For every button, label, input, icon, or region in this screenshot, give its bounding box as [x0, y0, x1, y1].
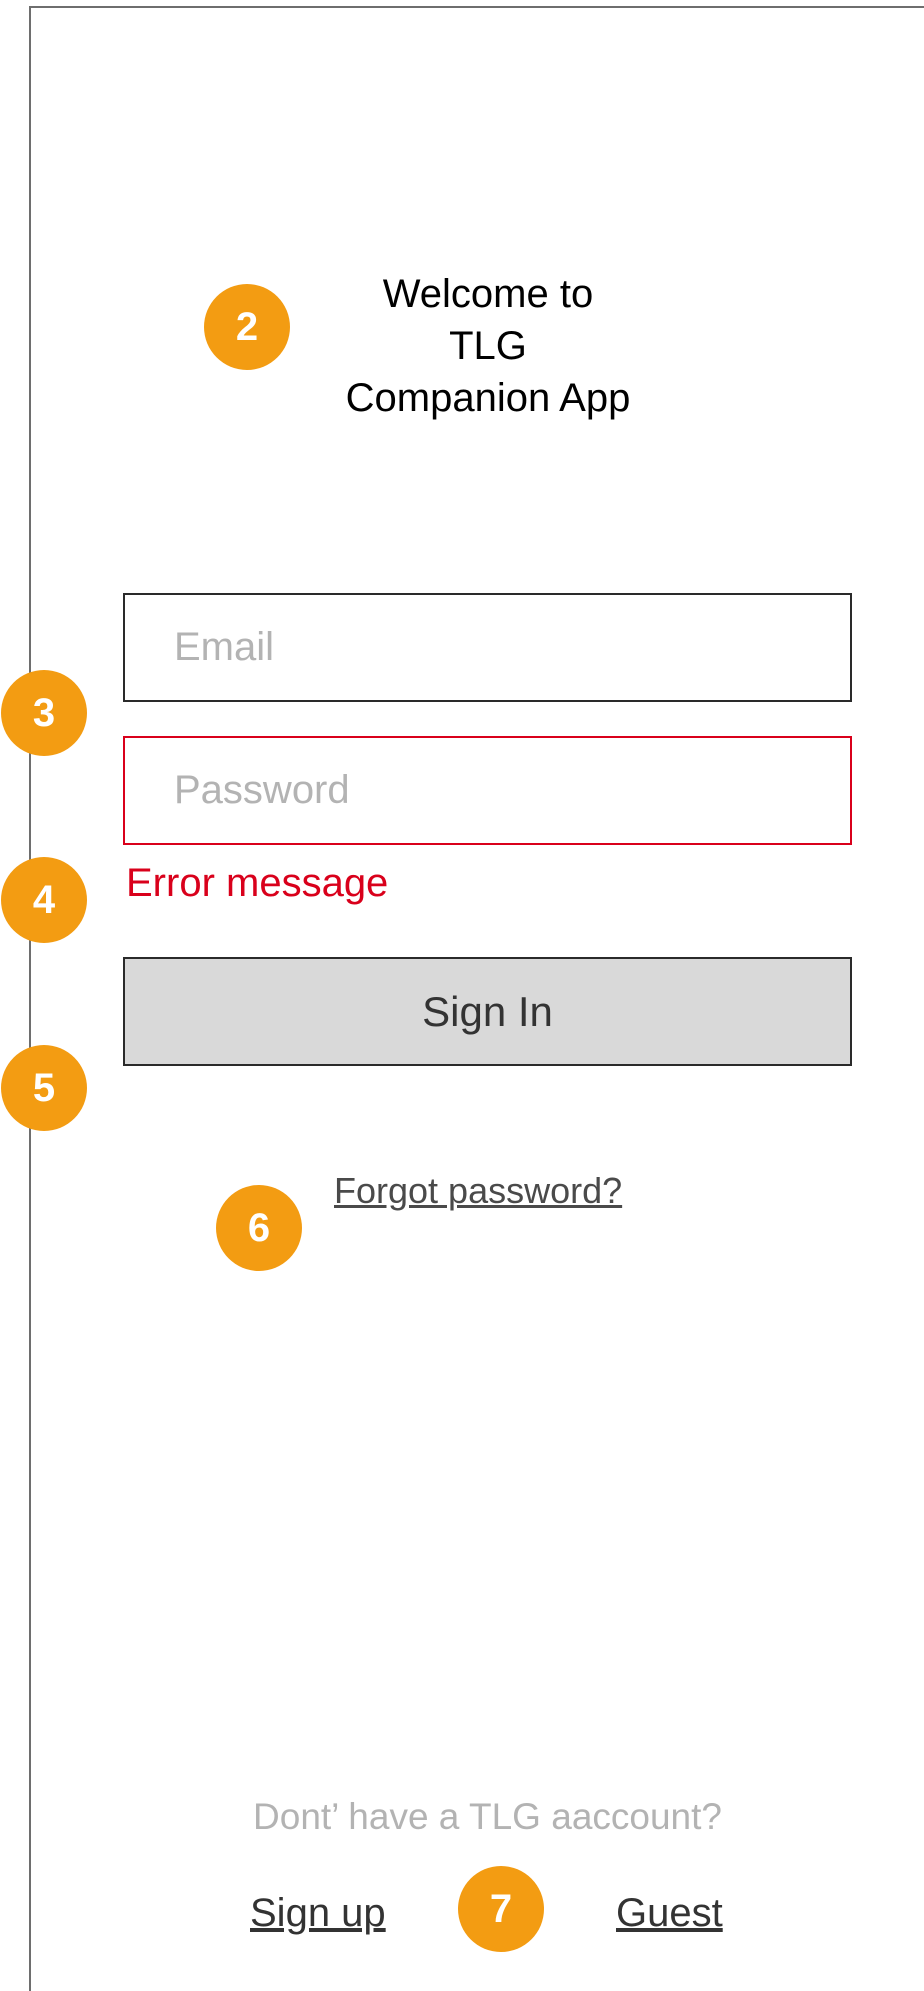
- guest-link[interactable]: Guest: [616, 1891, 723, 1936]
- welcome-line-2: TLG: [449, 324, 527, 368]
- forgot-password-link[interactable]: Forgot password?: [334, 1170, 622, 1212]
- annotation-marker-5: 5: [1, 1045, 87, 1131]
- welcome-line-3: Companion App: [345, 376, 631, 420]
- email-input[interactable]: [174, 625, 850, 670]
- sign-in-button[interactable]: Sign In: [123, 957, 852, 1066]
- password-input[interactable]: [174, 768, 850, 813]
- password-field[interactable]: [123, 736, 852, 845]
- annotation-marker-2: 2: [204, 284, 290, 370]
- annotation-marker-7: 7: [458, 1866, 544, 1952]
- welcome-heading: Welcome to TLG Companion App: [288, 268, 688, 424]
- no-account-text: Dont’ have a TLG aaccount?: [253, 1796, 722, 1837]
- error-message: Error message: [126, 861, 389, 905]
- welcome-line-1: Welcome to: [382, 272, 594, 316]
- annotation-marker-4: 4: [1, 857, 87, 943]
- email-field[interactable]: [123, 593, 852, 702]
- sign-up-link[interactable]: Sign up: [250, 1891, 386, 1936]
- annotation-marker-6: 6: [216, 1185, 302, 1271]
- screen-canvas: Welcome to TLG Companion App Error messa…: [0, 0, 924, 1991]
- annotation-marker-3: 3: [1, 670, 87, 756]
